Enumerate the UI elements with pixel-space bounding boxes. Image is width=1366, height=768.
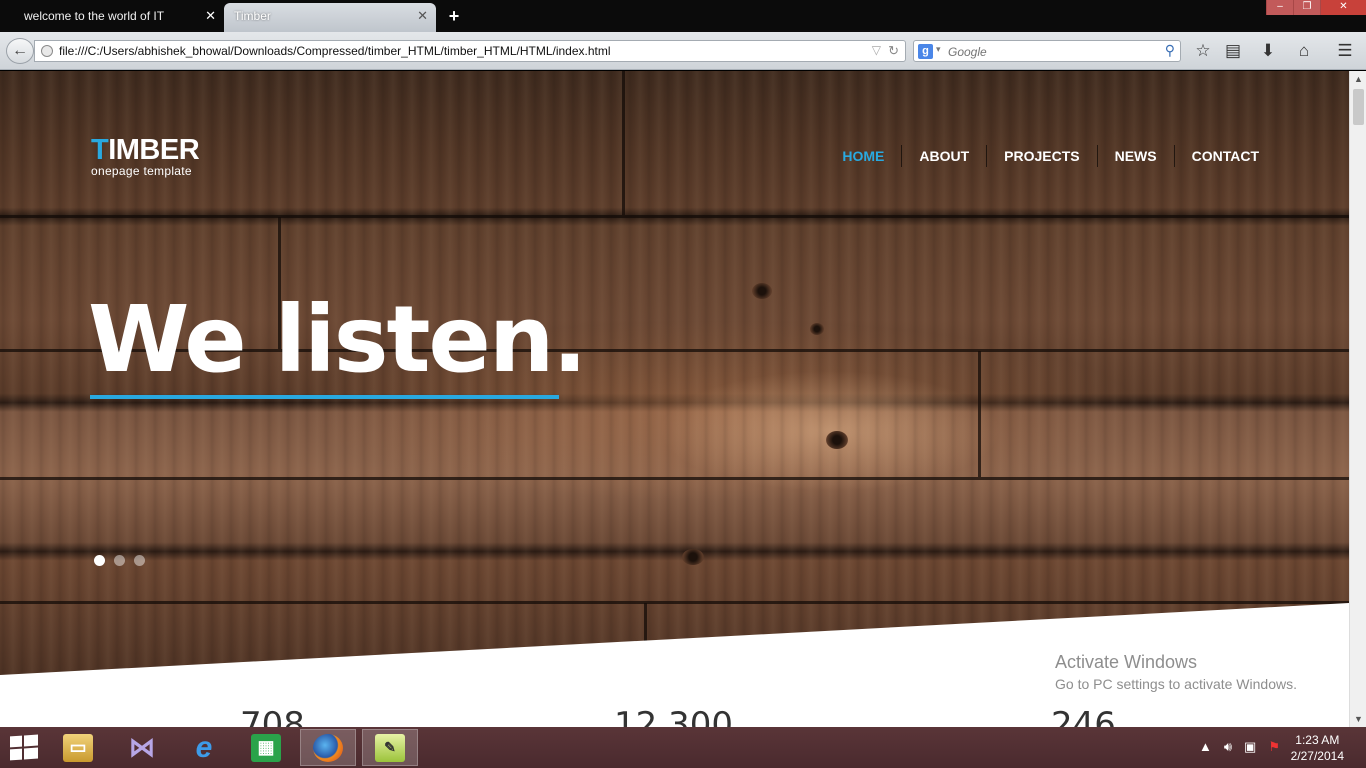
tab-welcome[interactable]: welcome to the world of IT ✕ [0, 3, 224, 32]
nav-projects[interactable]: PROJECTS [986, 145, 1096, 167]
logo-text: IMBER [108, 134, 200, 166]
slider-dot-1[interactable] [94, 555, 105, 566]
close-icon[interactable]: ✕ [205, 3, 216, 29]
url-text[interactable]: file:///C:/Users/abhishek_bhowal/Downloa… [59, 44, 611, 58]
watermark-title: Activate Windows [1055, 652, 1198, 672]
nav-home[interactable]: HOME [825, 145, 901, 167]
stat-value: 246 [1051, 705, 1116, 727]
notepad-plus-icon[interactable]: ✎ [362, 729, 418, 766]
home-icon[interactable]: ⌂ [1291, 40, 1317, 62]
logo-accent-letter: T [91, 134, 109, 166]
search-icon[interactable]: ⚲ [1165, 42, 1175, 59]
menu-icon[interactable]: ☰ [1332, 40, 1358, 62]
nav-contact[interactable]: CONTACT [1173, 145, 1259, 167]
search-bar[interactable]: g ▾ ⚲ [913, 40, 1181, 62]
vertical-scrollbar[interactable]: ▲ ▼ [1349, 71, 1366, 727]
slider-dots [94, 555, 154, 566]
action-center-flag-icon[interactable]: ⚑ [1268, 739, 1280, 755]
firefox-icon[interactable] [300, 729, 356, 766]
windows-store-icon[interactable]: ▦ [238, 729, 294, 766]
clock-time: 1:23 AM [1295, 733, 1340, 747]
logo-tagline: onepage template [91, 164, 192, 178]
scroll-down-icon[interactable]: ▼ [1350, 711, 1366, 727]
stat-value: 12,300 [614, 705, 733, 727]
network-icon[interactable]: ▣ [1244, 739, 1256, 755]
download-icon[interactable]: ⬇ [1255, 40, 1281, 62]
navigation-toolbar: ← file:///C:/Users/abhishek_bhowal/Downl… [0, 32, 1366, 70]
bookmark-star-icon[interactable]: ☆ [1190, 40, 1216, 62]
watermark-subtitle: Go to PC settings to activate Windows. [1055, 676, 1297, 692]
hero-headline: We listen. [88, 286, 587, 393]
window-close-button[interactable]: ✕ [1320, 0, 1366, 15]
scroll-up-icon[interactable]: ▲ [1350, 71, 1366, 87]
nav-about[interactable]: ABOUT [901, 145, 986, 167]
reload-icon[interactable]: ↻ [888, 43, 899, 59]
chevron-down-icon[interactable]: ▾ [936, 44, 941, 55]
google-icon[interactable]: g [918, 44, 933, 59]
site-logo[interactable]: TIMBER onepage template [91, 134, 200, 178]
windows-taskbar: ▭ ⋈ e ▦ ✎ ▲ 🔊︎ ▣ ⚑ 1:23 AM 2/27/2014 [0, 727, 1366, 768]
taskbar-clock[interactable]: 1:23 AM 2/27/2014 [1291, 732, 1344, 764]
stat-value: 708 [240, 705, 305, 727]
new-tab-button[interactable]: + [444, 4, 464, 28]
restore-button[interactable]: ❐ [1293, 0, 1320, 15]
tab-title: Timber [234, 9, 271, 23]
internet-explorer-icon[interactable]: e [176, 729, 232, 766]
visual-studio-icon[interactable]: ⋈ [114, 729, 170, 766]
window-controls: – ❐ ✕ [1266, 0, 1366, 15]
hero-underline [90, 395, 559, 399]
reading-list-icon[interactable]: ▤ [1220, 40, 1246, 62]
show-hidden-icons-icon[interactable]: ▲ [1199, 739, 1212, 755]
hero-bottom-slant [0, 603, 1349, 727]
page-viewport: TIMBER onepage template HOME ABOUT PROJE… [0, 71, 1349, 727]
minimize-button[interactable]: – [1266, 0, 1293, 15]
tab-title: welcome to the world of IT [24, 9, 165, 23]
search-input[interactable] [948, 43, 1158, 60]
url-bar[interactable]: file:///C:/Users/abhishek_bhowal/Downloa… [34, 40, 906, 62]
volume-icon[interactable]: 🔊︎ [1224, 739, 1232, 755]
site-identity-icon[interactable] [41, 45, 53, 57]
dropdown-arrow-icon[interactable]: ▽ [872, 43, 881, 57]
system-tray: ▲ 🔊︎ ▣ ⚑ [1187, 739, 1280, 755]
site-nav: HOME ABOUT PROJECTS NEWS CONTACT [825, 145, 1259, 167]
clock-date: 2/27/2014 [1290, 749, 1344, 763]
tab-strip: welcome to the world of IT ✕ Timber ✕ + … [0, 0, 1366, 32]
slider-dot-2[interactable] [114, 555, 125, 566]
back-button[interactable]: ← [6, 38, 34, 64]
activate-windows-watermark: Activate Windows Go to PC settings to ac… [1055, 651, 1297, 695]
slider-dot-3[interactable] [134, 555, 145, 566]
close-icon[interactable]: ✕ [417, 3, 428, 29]
tab-timber[interactable]: Timber ✕ [224, 3, 436, 32]
scroll-thumb[interactable] [1353, 89, 1364, 125]
nav-news[interactable]: NEWS [1096, 145, 1174, 167]
windows-start-icon[interactable] [10, 734, 38, 761]
file-explorer-icon[interactable]: ▭ [50, 729, 106, 766]
